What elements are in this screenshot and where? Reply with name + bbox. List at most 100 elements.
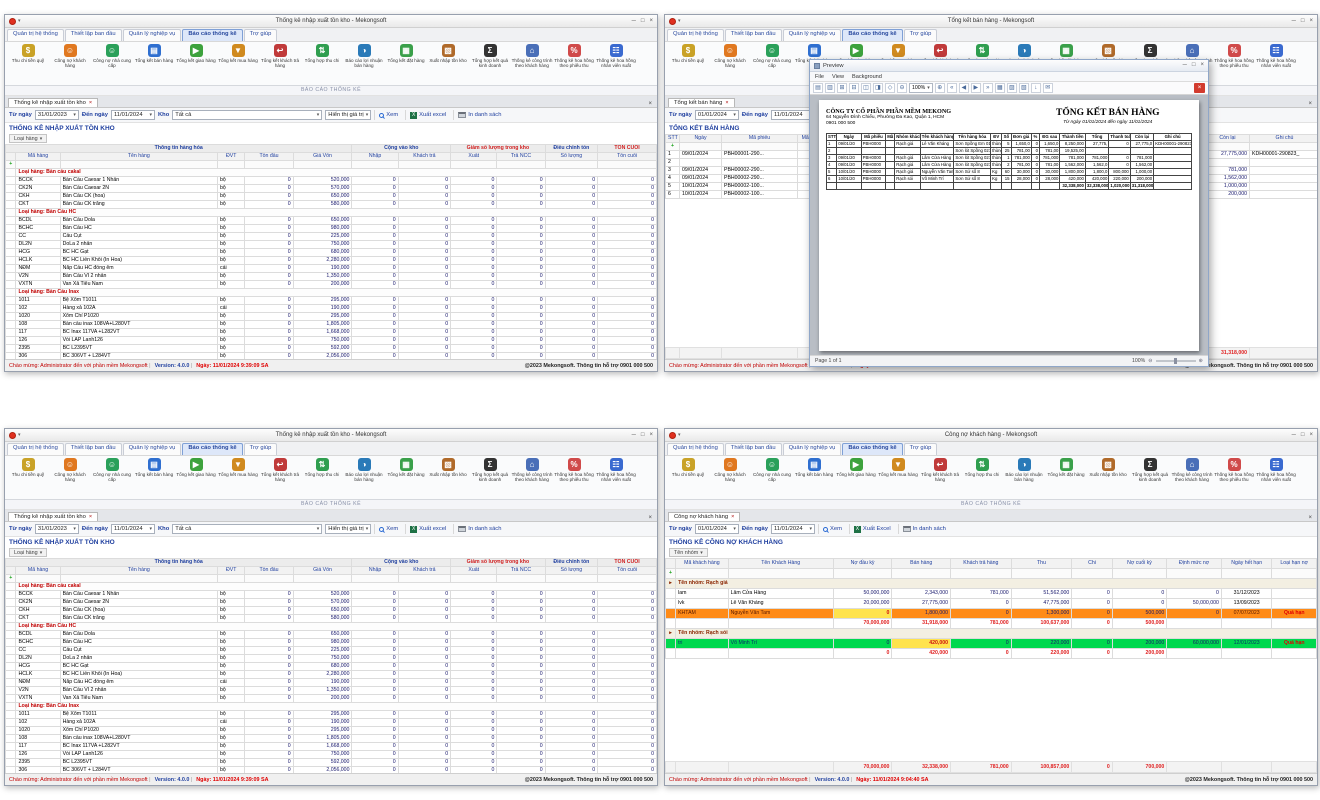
ribbon-item[interactable]: ▶Tổng kết giao hàng (835, 458, 877, 477)
from-date-input[interactable]: 01/01/2024 (695, 110, 739, 120)
filter-cell[interactable] (60, 161, 217, 169)
ribbon-item[interactable]: ⇅Tổng hợp thu chi (961, 458, 1003, 477)
title-bar[interactable]: Công nợ khách hàng - Mekongsoft (665, 429, 1317, 442)
ribbon-item[interactable]: %Thống kê hoa hồng theo phiếu thu (1213, 458, 1255, 483)
group-by-button[interactable]: Loại hàng (9, 548, 47, 557)
ribbon-item[interactable]: ↩Tổng kết khách trả hàng (259, 458, 301, 483)
ribbon-item[interactable]: %Thống kê hoa hồng theo phiếu thu (553, 458, 595, 483)
filter-cell[interactable] (1112, 569, 1167, 579)
close-button[interactable] (649, 430, 653, 441)
menu-tab[interactable]: Trợ giúp (904, 29, 938, 41)
table-row[interactable]: BCCKBàn Cầu Caesar 1 Nhấnbộ0520,00000000… (6, 591, 657, 599)
document-tab[interactable]: Thống kê nhập xuất tồn kho (8, 98, 98, 107)
ribbon-item[interactable]: ☷Thống kê hoa hồng nhân viên suất (1255, 458, 1297, 483)
column-header[interactable]: Ngày (680, 135, 722, 143)
export-icon[interactable]: ↓ (1031, 83, 1041, 93)
column-header[interactable]: Xuất (451, 567, 497, 575)
group-row[interactable]: Loại hàng: Bàn Cầu Inax (6, 703, 657, 711)
ribbon-item[interactable]: ☺Công nợ khách hàng (49, 458, 91, 483)
table-row[interactable]: HCGBC HC Gạtbộ0680,000000000 (6, 663, 657, 671)
ribbon-item[interactable]: ☺Công nợ nhà cung cấp (751, 458, 793, 483)
export-excel-button[interactable]: Xuất excel (405, 110, 450, 120)
from-date-input[interactable]: 31/01/2023 (35, 110, 79, 120)
menu-tab[interactable]: Quản lý nghiệp vụ (123, 29, 182, 41)
filter-cell[interactable] (16, 575, 60, 583)
table-row[interactable]: NĐMNắp Cầu HC đóng êmcái0190,000000000 (6, 265, 657, 273)
column-header[interactable]: Giá Vốn (293, 153, 352, 161)
filter-cell[interactable] (293, 161, 352, 169)
column-header[interactable]: Trả NCC (497, 153, 545, 161)
column-header[interactable]: Tồn đầu (245, 153, 293, 161)
tabbar-close-icon[interactable] (1308, 515, 1314, 521)
filter-add-icon[interactable] (6, 161, 16, 169)
ribbon-item[interactable]: ◑Báo cáo lợi nhuận bán hàng (1003, 458, 1045, 483)
menu-tab[interactable]: Thiết lập ban đầu (65, 29, 122, 41)
ribbon-item[interactable]: ▶Tổng kết giao hàng (175, 458, 217, 477)
ribbon-item[interactable]: ↩Tổng kết khách trả hàng (919, 458, 961, 483)
column-header[interactable]: ĐVT (218, 567, 245, 575)
group-row[interactable]: Loại hàng: Bàn Cầu HC (6, 623, 657, 631)
maximize-button[interactable] (641, 16, 645, 27)
table-row[interactable]: DL2NDoLa 2 nhấnbộ0750,000000000 (6, 655, 657, 663)
preview-menu-item[interactable]: View (832, 74, 844, 80)
tabbar-close-icon[interactable] (648, 101, 654, 107)
preview-page-area[interactable]: CÔNG TY CỔ PHẦN PHẦN MỀM MEKONG 64 Nguyễ… (810, 95, 1208, 355)
ribbon-item[interactable]: ΣTổng hợp kết quả kinh doanh (469, 458, 511, 483)
ribbon-item[interactable]: %Thống kê hoa hồng theo phiếu thu (1213, 44, 1255, 69)
tabbar-close-icon[interactable] (648, 515, 654, 521)
menu-tab[interactable]: Trợ giúp (244, 443, 278, 455)
table-row[interactable]: lamLâm Cửa Hàng50,000,0002,343,000781,00… (666, 589, 1317, 599)
table-row[interactable]: HCLKBC HC Liền Khối (In Hoa)bộ02,280,000… (6, 257, 657, 265)
print-list-button[interactable]: In danh sách (898, 524, 950, 534)
menu-tab[interactable]: Quản lý nghiệp vụ (123, 443, 182, 455)
table-row[interactable]: 126Vòi LAP Lanh126bộ0750,000000000 (6, 751, 657, 759)
ribbon-item[interactable]: ⇅Tổng hợp thu chi (301, 458, 343, 477)
document-tab[interactable]: Công nợ khách hàng (668, 512, 740, 521)
ribbon-item[interactable]: ΣTổng hợp kết quả kinh doanh (469, 44, 511, 69)
column-header[interactable]: Giá Vốn (293, 567, 352, 575)
column-header[interactable]: Số lượng (545, 153, 597, 161)
filter-cell[interactable] (16, 161, 60, 169)
table-row[interactable]: CKTBàn Cầu CK trắngbộ0580,000000000 (6, 615, 657, 623)
close-button[interactable] (1200, 60, 1204, 71)
column-header[interactable]: Trả NCC (497, 567, 545, 575)
group-by-button[interactable]: Loại hàng (9, 134, 47, 143)
column-header[interactable]: Mã hàng (16, 153, 60, 161)
print-list-button[interactable]: In danh sách (453, 524, 505, 534)
column-header[interactable]: Tên hàng (60, 567, 217, 575)
filter-cell[interactable] (245, 575, 293, 583)
zoom-in-icon[interactable] (1199, 358, 1203, 364)
menu-tab[interactable]: Quản lý nghiệp vụ (783, 443, 842, 455)
maximize-button[interactable] (641, 430, 645, 441)
filter-cell[interactable] (293, 575, 352, 583)
last-page-icon[interactable]: » (983, 83, 993, 93)
column-header[interactable]: Tên Khách Hàng (728, 559, 833, 569)
menu-tab[interactable]: Báo cáo thống kê (182, 29, 242, 41)
table-row[interactable]: NĐMNắp Cầu HC đóng êmcái0190,000000000 (6, 679, 657, 687)
column-header[interactable]: Tồn đầu (245, 567, 293, 575)
menu-tab[interactable]: Thiết lập ban đầu (65, 443, 122, 455)
table-row[interactable]: 1020Xổm Chỉ P1020bộ0295,000000000 (6, 313, 657, 321)
filter-cell[interactable] (545, 575, 597, 583)
title-bar[interactable]: Thống kê nhập xuất tồn kho - Mekongsoft (5, 15, 657, 28)
close-preview-button[interactable] (1194, 83, 1205, 93)
email-icon[interactable]: ✉ (1043, 83, 1053, 93)
filter-cell[interactable] (722, 143, 798, 151)
ribbon-item[interactable]: ▦Tổng kết đặt hàng (1045, 458, 1087, 477)
minimize-button[interactable] (1292, 16, 1296, 27)
group-row[interactable]: ▸Tên nhóm: Rạch giá (666, 579, 1317, 589)
maximize-button[interactable] (1301, 430, 1305, 441)
close-button[interactable] (1309, 430, 1313, 441)
ribbon-item[interactable]: ☺Công nợ nhà cung cấp (91, 44, 133, 69)
tabbar-close-icon[interactable] (1308, 101, 1314, 107)
filter-cell[interactable] (245, 161, 293, 169)
column-header[interactable]: Mã khách hàng (676, 559, 729, 569)
table-row[interactable]: VXTNVan Xả Tiểu Nambộ0200,000000000 (6, 695, 657, 703)
filter-cell[interactable] (497, 575, 545, 583)
filter-cell[interactable] (352, 575, 398, 583)
table-row[interactable]: KHTAMNguyễn Văn Tam01,800,00001,300,0000… (666, 609, 1317, 619)
filter-cell[interactable] (1011, 569, 1072, 579)
filter-cell[interactable] (598, 575, 657, 583)
filter-add-icon[interactable] (6, 575, 16, 583)
tab-close-icon[interactable] (89, 100, 92, 106)
